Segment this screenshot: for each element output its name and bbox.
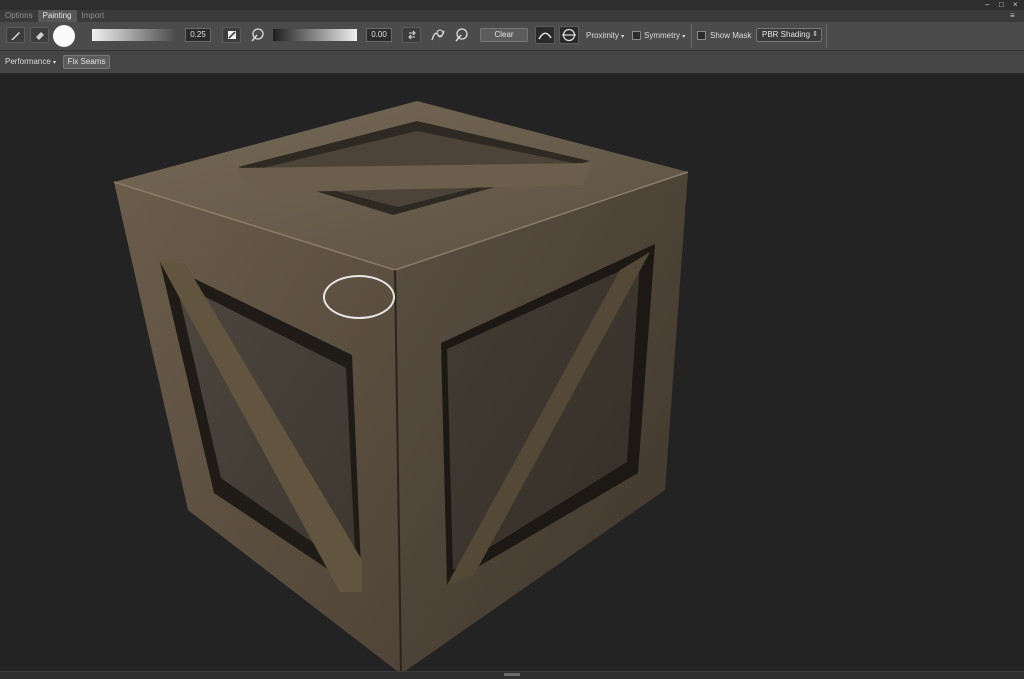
chevron-down-icon: ▾: [53, 60, 57, 66]
show-mask-checkbox[interactable]: [697, 31, 706, 40]
swap-icon: [407, 30, 416, 40]
minimize-icon[interactable]: –: [985, 0, 989, 10]
separator: [826, 24, 827, 48]
spinner-icon: ⇕: [812, 31, 818, 38]
clear-button[interactable]: Clear: [480, 28, 528, 42]
brush-hardness-slider[interactable]: [92, 29, 176, 41]
wooden-crate-model[interactable]: [0, 74, 1024, 671]
opacity-field[interactable]: 0.25: [185, 28, 211, 42]
eraser-tool-button[interactable]: [30, 27, 49, 43]
symmetry-dropdown[interactable]: Symmetry ▾: [644, 30, 685, 43]
brush-size-preview[interactable]: [53, 25, 75, 47]
maximize-icon[interactable]: □: [999, 0, 1004, 10]
projection-mode-button[interactable]: [559, 26, 579, 44]
projection-circle-icon: [562, 28, 576, 42]
eyedropper-icon: [455, 28, 468, 42]
3d-viewport[interactable]: [0, 74, 1024, 671]
stroke-mode-button[interactable]: [535, 26, 555, 44]
eyedropper-button-2[interactable]: [454, 27, 468, 45]
chevron-down-icon: ▾: [621, 34, 625, 40]
performance-dropdown[interactable]: Performance ▾: [5, 56, 56, 69]
performance-label: Performance: [5, 57, 51, 66]
panel-menu-icon[interactable]: ≡: [1010, 11, 1015, 21]
tab-painting[interactable]: Painting: [37, 10, 77, 22]
close-icon[interactable]: ×: [1013, 0, 1018, 10]
swap-button[interactable]: [402, 27, 421, 43]
proximity-label: Proximity: [586, 31, 619, 40]
pressure-pen-icon: [227, 31, 236, 39]
symmetry-label: Symmetry: [644, 31, 680, 40]
eyedropper-button[interactable]: [250, 27, 264, 45]
tab-options[interactable]: Options: [0, 10, 38, 22]
brush-tool-button[interactable]: [6, 27, 25, 43]
eraser-icon: [35, 32, 44, 40]
fix-seams-button[interactable]: Fix Seams: [63, 55, 110, 69]
tab-import[interactable]: Import: [77, 10, 110, 22]
resize-grip-icon[interactable]: [504, 673, 520, 676]
chevron-down-icon: ▾: [682, 34, 686, 40]
tab-bar: Options Painting Import ≡: [0, 10, 1024, 22]
show-mask-label: Show Mask: [710, 31, 752, 40]
smudge-icon: [431, 29, 445, 41]
brush-icon: [10, 32, 20, 40]
pressure-button[interactable]: [222, 27, 241, 43]
smudge-button[interactable]: [430, 28, 446, 44]
painting-toolbar: 0.25 0.00 Clear Proximity ▾ Symmetry ▾ S…: [0, 22, 1024, 51]
shading-mode-select[interactable]: PBR Shading ⇕: [756, 28, 822, 42]
eyedropper-icon: [251, 28, 264, 42]
flow-field[interactable]: 0.00: [366, 28, 392, 42]
symmetry-checkbox[interactable]: [632, 31, 641, 40]
proximity-dropdown[interactable]: Proximity ▾: [586, 30, 624, 43]
shading-mode-value: PBR Shading: [762, 30, 811, 39]
flow-slider[interactable]: [273, 29, 357, 41]
brush-cursor-circle-icon: [323, 275, 395, 319]
secondary-toolbar: Performance ▾ Fix Seams: [0, 51, 1024, 74]
separator: [691, 24, 692, 48]
stroke-curve-icon: [538, 32, 552, 40]
title-bar: – □ ×: [0, 0, 1024, 10]
